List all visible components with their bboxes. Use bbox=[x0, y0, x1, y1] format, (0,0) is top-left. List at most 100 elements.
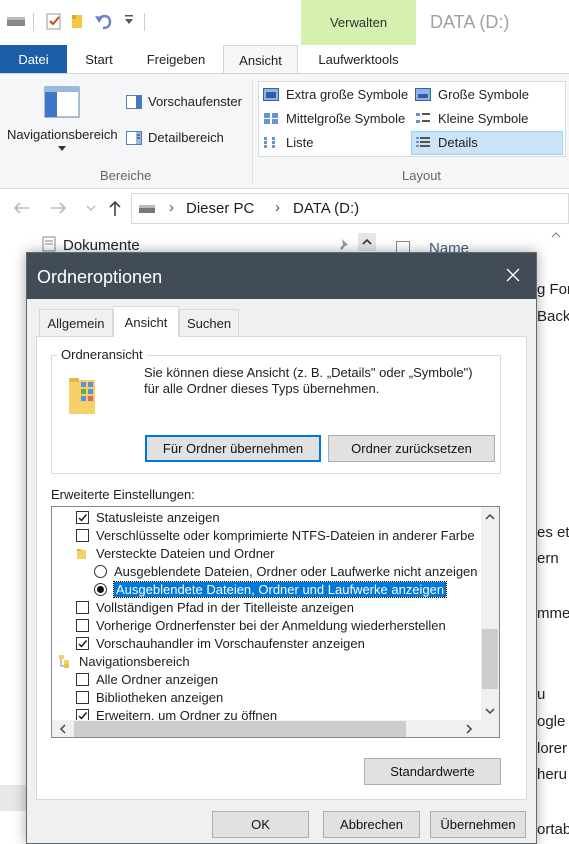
sidebar-selected-item[interactable] bbox=[0, 785, 28, 811]
layout-extra-large-icons[interactable]: Extra große Symbole bbox=[286, 87, 408, 102]
list-item[interactable]: ortab bbox=[537, 821, 569, 838]
tab-view[interactable]: Ansicht bbox=[223, 45, 298, 74]
tab-view[interactable]: Ansicht bbox=[113, 306, 179, 337]
extra-large-icons-icon bbox=[263, 88, 279, 101]
tab-share[interactable]: Freigeben bbox=[134, 45, 218, 73]
checkbox-option[interactable]: Statusleiste anzeigen bbox=[76, 508, 220, 526]
list-item[interactable]: lorer bbox=[537, 740, 567, 757]
checkbox-option[interactable]: Alle Ordner anzeigen bbox=[76, 670, 218, 688]
tab-drive-tools[interactable]: Laufwerktools bbox=[301, 45, 416, 73]
navigation-pane-icon[interactable] bbox=[44, 86, 80, 118]
settings-group[interactable]: Navigationsbereich bbox=[58, 652, 190, 670]
breadcrumb-drive[interactable]: DATA (D:) bbox=[293, 200, 359, 217]
tab-start[interactable]: Start bbox=[70, 45, 128, 73]
restore-defaults-button[interactable]: Standardwerte bbox=[364, 758, 501, 785]
cancel-button[interactable]: Abbrechen bbox=[323, 811, 420, 838]
checkbox[interactable] bbox=[76, 690, 89, 704]
list-item[interactable]: u bbox=[537, 686, 545, 703]
layout-details-selected[interactable] bbox=[411, 131, 563, 155]
checkbox-option[interactable]: Vorschauhandler im Vorschaufenster anzei… bbox=[76, 634, 365, 652]
tab-general[interactable]: Allgemein bbox=[39, 309, 113, 336]
details-icon bbox=[415, 136, 431, 149]
layout-large-icons[interactable]: Große Symbole bbox=[438, 87, 529, 102]
scroll-up-icon[interactable] bbox=[481, 508, 499, 526]
setting-label: Alle Ordner anzeigen bbox=[96, 671, 219, 687]
undo-icon[interactable] bbox=[94, 12, 114, 30]
close-icon[interactable] bbox=[504, 266, 522, 284]
preview-pane-button[interactable]: Vorschaufenster bbox=[148, 94, 242, 109]
list-item[interactable]: mme bbox=[537, 605, 569, 622]
breadcrumb-separator[interactable]: › bbox=[169, 199, 174, 216]
list-item[interactable]: heru bbox=[537, 766, 567, 783]
qat-dropdown-icon[interactable] bbox=[124, 14, 134, 26]
radio-option[interactable]: Ausgeblendete Dateien, Ordner und Laufwe… bbox=[94, 580, 448, 598]
drive-icon bbox=[138, 203, 156, 215]
apply-to-folders-button[interactable]: Für Ordner übernehmen bbox=[145, 435, 321, 462]
setting-label: Vorherige Ordnerfenster bei der Anmeldun… bbox=[96, 617, 446, 633]
chevron-down-icon[interactable] bbox=[58, 146, 66, 151]
up-icon[interactable] bbox=[108, 199, 122, 217]
properties-icon[interactable] bbox=[46, 12, 62, 30]
checkbox-option[interactable]: Vollständigen Pfad in der Titelleiste an… bbox=[76, 598, 354, 616]
tab-file[interactable]: Datei bbox=[0, 45, 67, 73]
vertical-scroll-thumb[interactable] bbox=[482, 629, 498, 689]
details-pane-icon bbox=[126, 131, 142, 145]
radio-option[interactable]: Ausgeblendete Dateien, Ordner oder Laufw… bbox=[94, 562, 478, 580]
setting-label: Ausgeblendete Dateien, Ordner oder Laufw… bbox=[114, 563, 478, 579]
qat-divider bbox=[33, 13, 34, 31]
checkbox-checked[interactable] bbox=[76, 636, 89, 650]
checkbox-option[interactable]: Vorherige Ordnerfenster bei der Anmeldun… bbox=[76, 616, 446, 634]
layout-details[interactable]: Details bbox=[438, 135, 478, 150]
checkbox-option[interactable]: Bibliotheken anzeigen bbox=[76, 688, 223, 706]
forward-icon[interactable] bbox=[50, 201, 68, 215]
drive-icon[interactable] bbox=[6, 14, 26, 28]
layout-medium-icons[interactable]: Mittelgroße Symbole bbox=[286, 111, 405, 126]
preview-pane-icon bbox=[126, 95, 142, 109]
navigation-pane-folder-icon bbox=[58, 654, 72, 668]
advanced-settings-list[interactable]: Statusleiste anzeigen Verschlüsselte oder… bbox=[51, 506, 500, 738]
ok-button[interactable]: OK bbox=[212, 811, 309, 838]
tab-search[interactable]: Suchen bbox=[179, 309, 239, 336]
checkbox-option[interactable]: Verschlüsselte oder komprimierte NTFS-Da… bbox=[76, 526, 475, 544]
checkbox[interactable] bbox=[76, 618, 89, 632]
context-tab-manage[interactable]: Verwalten bbox=[301, 0, 416, 45]
apply-button[interactable]: Übernehmen bbox=[430, 811, 526, 838]
checkbox[interactable] bbox=[76, 528, 89, 542]
checkbox[interactable] bbox=[76, 672, 89, 686]
sort-up-icon bbox=[551, 232, 561, 238]
breadcrumb-separator[interactable]: › bbox=[275, 199, 280, 216]
list-icon bbox=[263, 136, 279, 149]
details-pane-button[interactable]: Detailbereich bbox=[148, 130, 224, 145]
checkbox-checked[interactable] bbox=[76, 510, 89, 524]
scroll-right-icon[interactable] bbox=[460, 720, 478, 737]
pin-icon[interactable] bbox=[338, 238, 350, 252]
address-bar[interactable]: › Dieser PC › DATA (D:) bbox=[131, 193, 569, 224]
scrollbar-corner bbox=[481, 720, 499, 737]
settings-group[interactable]: Versteckte Dateien und Ordner bbox=[76, 544, 275, 562]
group-divider bbox=[252, 80, 253, 184]
scroll-left-icon[interactable] bbox=[54, 720, 72, 737]
new-folder-icon[interactable] bbox=[70, 12, 84, 30]
list-item[interactable]: ogle bbox=[537, 713, 565, 730]
recent-locations-icon[interactable] bbox=[86, 205, 96, 211]
list-item[interactable]: ern bbox=[537, 550, 559, 567]
list-item[interactable]: es et bbox=[537, 524, 569, 541]
list-item[interactable]: Back bbox=[537, 308, 569, 325]
back-icon[interactable] bbox=[12, 201, 30, 215]
view-tab-panel: Ordneransicht Sie können diese Ansicht (… bbox=[36, 336, 527, 800]
layout-small-icons[interactable]: Kleine Symbole bbox=[438, 111, 528, 126]
breadcrumb-this-pc[interactable]: Dieser PC bbox=[186, 200, 254, 217]
layout-list[interactable]: Liste bbox=[286, 135, 313, 150]
scroll-down-icon[interactable] bbox=[481, 702, 499, 720]
reset-folders-button[interactable]: Ordner zurücksetzen bbox=[328, 435, 495, 462]
radio[interactable] bbox=[94, 564, 107, 578]
horizontal-scroll-thumb[interactable] bbox=[74, 721, 406, 737]
scroll-up-icon[interactable] bbox=[358, 233, 376, 251]
radio-selected[interactable] bbox=[94, 582, 107, 596]
checkbox[interactable] bbox=[76, 600, 89, 614]
navigation-pane-button[interactable]: Navigationsbereich bbox=[7, 127, 118, 142]
setting-label: Versteckte Dateien und Ordner bbox=[96, 545, 275, 561]
group-layout-label: Layout bbox=[402, 168, 442, 183]
list-item[interactable]: g For bbox=[537, 281, 569, 298]
setting-label: Statusleiste anzeigen bbox=[96, 509, 220, 525]
